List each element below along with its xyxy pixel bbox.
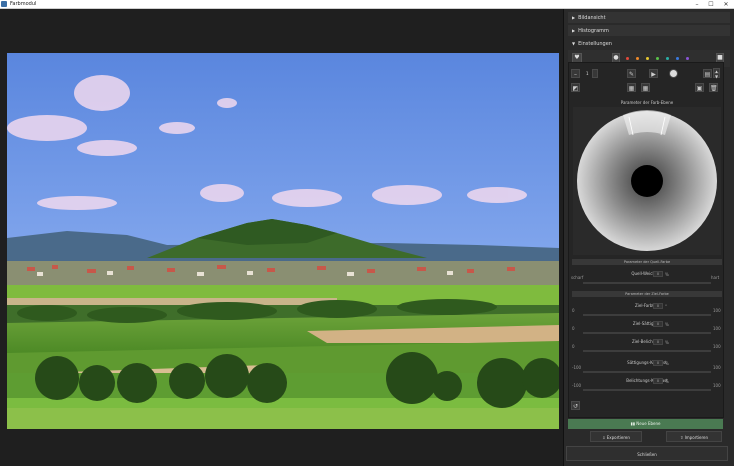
target-saturation-value[interactable]: 0 — [653, 321, 663, 327]
minus-icon[interactable]: – — [571, 69, 580, 78]
image-canvas[interactable] — [0, 9, 563, 466]
new-layer-button[interactable]: ▮▮ Neue Ebene — [568, 419, 723, 429]
source-softness-label: Quell-Weichheit — [631, 271, 663, 276]
new-layer-label: Neue Ebene — [636, 421, 661, 426]
brush-icon[interactable]: ✎ — [627, 69, 636, 78]
purple-channel-dot[interactable] — [686, 57, 689, 60]
target-exposure-label: Ziel-Belichtung — [631, 339, 663, 344]
delete-icon[interactable]: 🗑 — [709, 83, 718, 92]
circle-icon[interactable] — [669, 69, 678, 78]
exposure-contrast-max: 100 — [713, 383, 721, 388]
target-exposure-unit: % — [665, 340, 669, 345]
contrast-icon[interactable]: ◩ — [571, 83, 580, 92]
import-label: Importieren — [684, 435, 709, 440]
target-row: Belichtungs-Kontrast 0 % -100 100 — [569, 378, 725, 398]
exposure-contrast-label: Belichtungs-Kontrast — [626, 378, 668, 383]
source-softness-slider[interactable] — [583, 282, 711, 284]
target-hue-max: 100 — [713, 308, 721, 313]
layer-count: 1 — [586, 71, 589, 76]
target-row: Sättigungs-Kontrast 0 % -100 100 — [569, 360, 725, 380]
target-hue-unit: ° — [665, 304, 667, 309]
target-exposure-min: 0 — [572, 344, 575, 349]
exposure-contrast-slider[interactable] — [583, 389, 711, 391]
target-hue-label: Ziel-Farbton — [635, 303, 659, 308]
target-row: Ziel-Sättigung 0 % 0 100 — [569, 321, 725, 341]
title-bar: Farbmodul – ☐ ✕ — [0, 0, 734, 9]
target-saturation-label: Ziel-Sättigung — [632, 321, 662, 326]
saturation-contrast-min: -100 — [572, 365, 582, 370]
section-histogram[interactable]: ▶ Histogramm — [568, 25, 730, 36]
export-layer-icon[interactable]: ▣ — [695, 83, 704, 92]
minimize-button[interactable]: – — [690, 0, 704, 9]
section-histogram-label: Histogramm — [578, 28, 609, 34]
wheel-title: Parameter der Farb-Ebene — [620, 100, 674, 105]
target-saturation-unit: % — [665, 322, 669, 327]
orange-channel-dot[interactable] — [636, 57, 639, 60]
app-icon — [1, 1, 7, 7]
document-icon[interactable]: ▤ — [703, 69, 712, 78]
saturation-contrast-max: 100 — [713, 365, 721, 370]
target-saturation-slider[interactable] — [583, 332, 711, 334]
close-window-button[interactable]: ✕ — [719, 0, 733, 9]
section-settings[interactable]: ▼ Einstellungen — [568, 38, 730, 49]
target-saturation-max: 100 — [713, 326, 721, 331]
layers-icon[interactable]: ▦ — [627, 83, 636, 92]
exposure-contrast-value[interactable]: 0 — [653, 378, 663, 384]
saturation-contrast-slider[interactable] — [583, 371, 711, 373]
saturation-contrast-label: Sättigungs-Kontrast — [627, 360, 667, 365]
green-channel-dot[interactable] — [656, 57, 659, 60]
exposure-contrast-min: -100 — [572, 383, 582, 388]
target-exposure-value[interactable]: 0 — [653, 339, 663, 345]
checkbox-icon[interactable] — [592, 69, 598, 78]
maximize-button[interactable]: ☐ — [704, 0, 718, 9]
source-left-label: scharf — [571, 275, 584, 280]
section-overview-label: Bildansicht — [578, 15, 606, 21]
grid-icon[interactable]: ▦ — [641, 83, 650, 92]
yellow-channel-dot[interactable] — [646, 57, 649, 60]
red-channel-dot[interactable] — [626, 57, 629, 60]
target-hue-min: 0 — [572, 308, 575, 313]
target-exposure-max: 100 — [713, 344, 721, 349]
target-row: Ziel-Farbton 0 ° 0 100 — [569, 303, 725, 323]
window-title: Farbmodul — [10, 1, 37, 7]
export-label: Exportieren — [606, 435, 630, 440]
target-saturation-min: 0 — [572, 326, 575, 331]
cyan-channel-dot[interactable] — [666, 57, 669, 60]
import-button[interactable]: ⇧ Importieren — [666, 431, 722, 442]
section-settings-label: Einstellungen — [578, 41, 612, 47]
source-softness-value[interactable]: 0 — [653, 271, 663, 277]
arrow-down-icon[interactable]: ▼ — [713, 73, 720, 79]
saturation-contrast-value[interactable]: 0 — [653, 360, 663, 366]
color-wheel[interactable] — [573, 107, 721, 255]
target-hue-slider[interactable] — [583, 314, 711, 316]
exposure-contrast-unit: % — [665, 379, 669, 384]
target-color-header[interactable]: Parameter der Ziel-Farbe — [572, 291, 722, 297]
landscape-photo[interactable] — [7, 53, 559, 429]
layer-settings-panel: – 1 ✎ ▶ ▤ ▲ ▼ ◩ ▦ ▦ ▣ 🗑 Parameter der Fa… — [568, 62, 724, 418]
source-right-label: hart — [711, 275, 720, 280]
saturation-contrast-unit: % — [665, 361, 669, 366]
section-overview[interactable]: ▶ Bildansicht — [568, 12, 730, 23]
close-button[interactable]: Schließen — [566, 446, 728, 461]
play-icon[interactable]: ▶ — [649, 69, 658, 78]
export-button[interactable]: ⇩ Exportieren — [590, 431, 642, 442]
source-color-header[interactable]: Parameter der Quell-Farbe — [572, 259, 722, 265]
source-softness-unit: % — [665, 272, 669, 277]
target-hue-value[interactable]: 0 — [653, 303, 663, 309]
blue-channel-dot[interactable] — [676, 57, 679, 60]
target-exposure-slider[interactable] — [583, 350, 711, 352]
target-row: Ziel-Belichtung 0 % 0 100 — [569, 339, 725, 359]
reset-icon[interactable]: ↺ — [571, 401, 580, 410]
